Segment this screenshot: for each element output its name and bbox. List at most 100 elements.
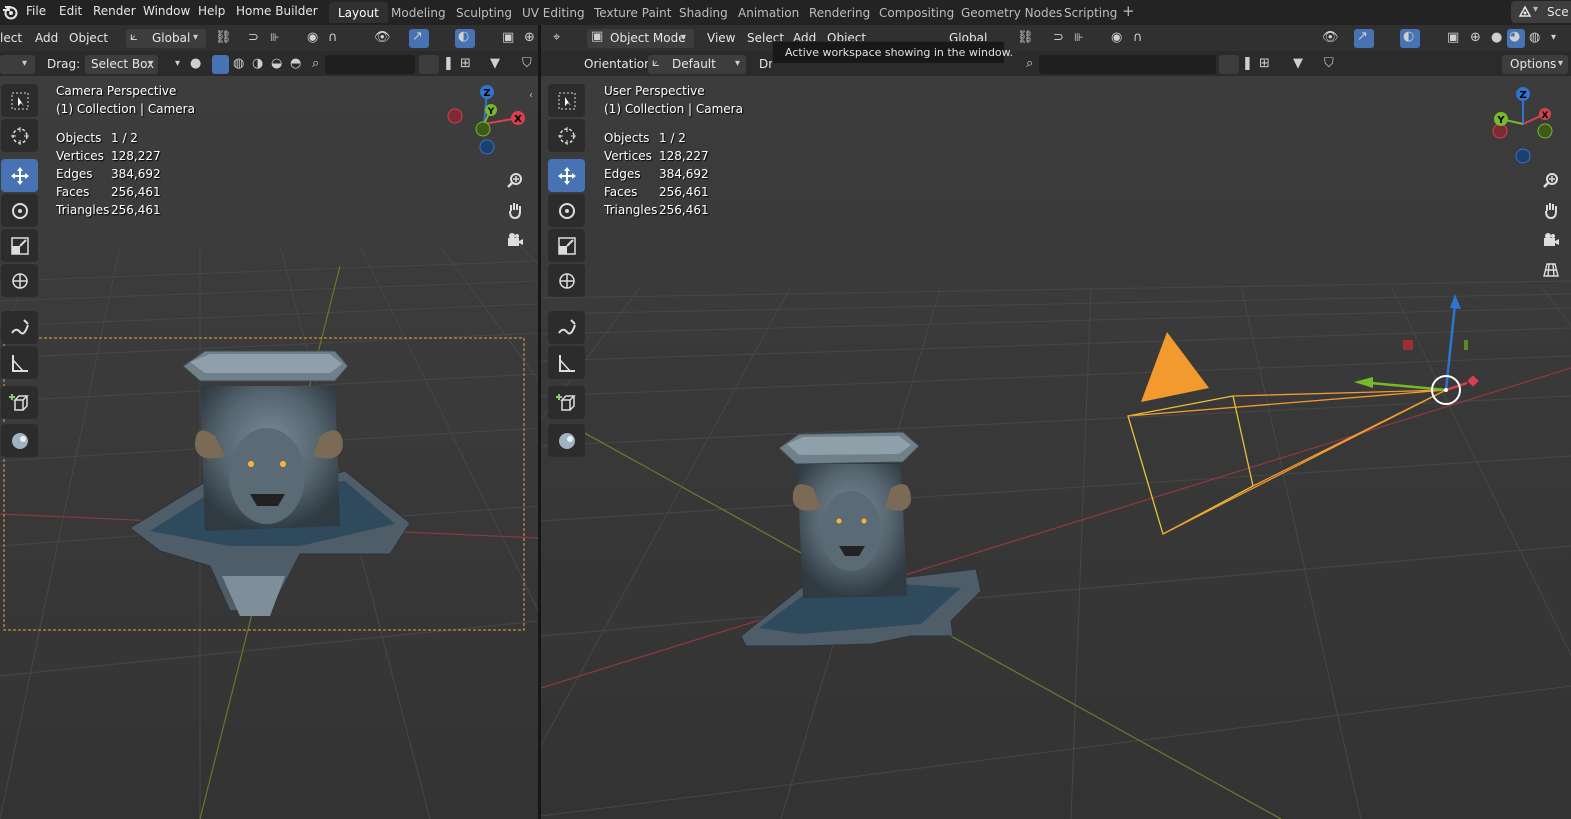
falloff-icon[interactable]: ∩	[328, 30, 338, 46]
measure-tool[interactable]	[548, 346, 585, 379]
pivot-point-icon[interactable]: ⛓	[215, 30, 232, 46]
snap-target-icon[interactable]: ⊪	[270, 30, 280, 46]
left-3d-viewport[interactable]: Camera Perspective (1) Collection | Came…	[0, 76, 538, 819]
select-subtract-icon[interactable]: ◑	[252, 56, 263, 72]
zoom-button[interactable]	[503, 168, 527, 192]
drag-select-dropdown[interactable]: Select Box ▾	[85, 55, 158, 74]
shield-icon[interactable]: ⛉	[1324, 56, 1334, 72]
select-box-tool[interactable]	[1, 84, 38, 117]
search-input[interactable]	[1039, 55, 1216, 74]
select-mode-set[interactable]	[212, 55, 229, 74]
wireframe-shading-icon[interactable]: ⊕	[524, 30, 535, 46]
cursor-tool[interactable]	[548, 119, 585, 152]
material-shading-toggle[interactable]: ◕	[1507, 29, 1525, 48]
gizmo-toggle[interactable]: ↗	[409, 29, 429, 48]
tab-uv-editing[interactable]: UV Editing	[513, 2, 594, 23]
camera-view-button[interactable]	[503, 228, 527, 252]
scale-tool[interactable]	[1, 229, 38, 262]
falloff-icon[interactable]: ∩	[1133, 30, 1143, 46]
mode-dropdown[interactable]: ▣ Object Mode ▾	[587, 29, 694, 48]
filter-icon[interactable]: ▼	[490, 56, 500, 72]
filter-toggle[interactable]	[1219, 55, 1239, 74]
select-extend-icon[interactable]: ◍	[233, 56, 244, 72]
transform-orientation-dropdown[interactable]: ⟀ Global ▾	[126, 29, 206, 48]
transform-tool[interactable]	[548, 264, 585, 297]
chevron-down-icon[interactable]: ▾	[175, 56, 180, 72]
snap-icon[interactable]: ⊃	[248, 30, 259, 46]
navigation-gizmo[interactable]: X Z Y	[1486, 84, 1566, 166]
tab-layout[interactable]: Layout	[329, 2, 388, 23]
filter-toggle[interactable]	[419, 55, 439, 74]
gizmo-toggle[interactable]: ↗	[1354, 29, 1374, 48]
view-menu[interactable]: View	[707, 31, 735, 45]
add-workspace-icon[interactable]: +	[1122, 2, 1135, 20]
add-cube-tool[interactable]	[548, 386, 585, 419]
filter-icon[interactable]: ▼	[1293, 56, 1303, 72]
overlay-toggle[interactable]: ◐	[1400, 29, 1420, 48]
menu-file[interactable]: File	[26, 4, 46, 18]
rotate-tool[interactable]	[548, 194, 585, 227]
cursor-tool[interactable]	[1, 119, 38, 152]
search-input[interactable]	[325, 55, 415, 74]
select-intersect-icon[interactable]: ◓	[290, 56, 301, 72]
move-tool[interactable]	[1, 159, 38, 192]
menu-help[interactable]: Help	[198, 4, 225, 18]
chevron-down-icon[interactable]: ▾	[1551, 30, 1556, 46]
editor-tool[interactable]	[1, 424, 38, 457]
rendered-shading-icon[interactable]: ◍	[1529, 30, 1540, 46]
right-3d-viewport[interactable]: User Perspective (1) Collection | Camera…	[541, 76, 1571, 819]
select-menu[interactable]: lect	[0, 31, 22, 45]
menu-render[interactable]: Render	[93, 4, 136, 18]
rotate-tool[interactable]	[1, 194, 38, 227]
color-wheel-icon[interactable]: ●	[190, 56, 201, 72]
proportional-edit-icon[interactable]: ◉	[1111, 30, 1122, 46]
pivot-point-icon[interactable]: ⛓	[1017, 30, 1034, 46]
scale-tool[interactable]	[548, 229, 585, 262]
hierarchy-icon[interactable]: ⊞	[460, 56, 471, 72]
visibility-eye-icon[interactable]: 👁	[374, 30, 391, 46]
tab-sculpting[interactable]: Sculpting	[447, 2, 521, 23]
annotate-tool[interactable]	[548, 311, 585, 344]
options-dropdown[interactable]: Options ▾	[1502, 55, 1568, 74]
tab-compositing[interactable]: Compositing	[870, 2, 963, 23]
navigation-gizmo[interactable]: X Z Y	[440, 84, 535, 166]
visibility-eye-icon[interactable]: 👁	[1322, 30, 1339, 46]
annotate-tool[interactable]	[1, 311, 38, 344]
xray-icon[interactable]: ▣	[502, 30, 514, 46]
scene-selector[interactable]: ▾ Sce	[1511, 1, 1571, 23]
snap-target-icon[interactable]: ⊪	[1074, 30, 1084, 46]
menu-home-builder[interactable]: Home Builder	[236, 4, 318, 18]
tool-dropdown[interactable]: ▾	[0, 55, 35, 74]
shield-icon[interactable]: ⛉	[522, 56, 532, 72]
add-cube-tool[interactable]	[1, 386, 38, 419]
blender-logo-icon[interactable]	[2, 4, 18, 20]
pan-button[interactable]	[1539, 198, 1563, 222]
move-tool[interactable]	[548, 159, 585, 192]
menu-edit[interactable]: Edit	[59, 4, 82, 18]
solid-shading-icon[interactable]: ●	[1491, 30, 1502, 46]
tab-rendering[interactable]: Rendering	[800, 2, 879, 23]
bookmark-icon[interactable]: ❚	[443, 56, 454, 72]
select-invert-icon[interactable]: ◒	[271, 56, 282, 72]
camera-view-button[interactable]	[1539, 228, 1563, 252]
xray-icon[interactable]: ▣	[1447, 30, 1459, 46]
editor-type-icon[interactable]: ⌖	[553, 30, 560, 46]
orientation-dropdown[interactable]: ⟀ Default ▾	[648, 55, 746, 74]
tab-modeling[interactable]: Modeling	[382, 2, 455, 23]
editor-tool[interactable]	[548, 424, 585, 457]
menu-window[interactable]: Window	[143, 4, 190, 18]
tab-animation[interactable]: Animation	[729, 2, 808, 23]
wireframe-shading-icon[interactable]: ⊕	[1470, 30, 1481, 46]
overlay-toggle[interactable]: ◐	[455, 29, 475, 48]
bookmark-icon[interactable]: ❚	[1242, 56, 1253, 72]
hierarchy-icon[interactable]: ⊞	[1259, 56, 1270, 72]
tab-texture-paint[interactable]: Texture Paint	[585, 2, 680, 23]
pan-button[interactable]	[503, 198, 527, 222]
proportional-edit-icon[interactable]: ◉	[307, 30, 318, 46]
snap-icon[interactable]: ⊃	[1053, 30, 1064, 46]
zoom-button[interactable]	[1539, 168, 1563, 192]
select-box-tool[interactable]	[548, 84, 585, 117]
transform-tool[interactable]	[1, 264, 38, 297]
sidebar-toggle-icon[interactable]: ‹	[529, 90, 533, 101]
tab-shading[interactable]: Shading	[670, 2, 737, 23]
